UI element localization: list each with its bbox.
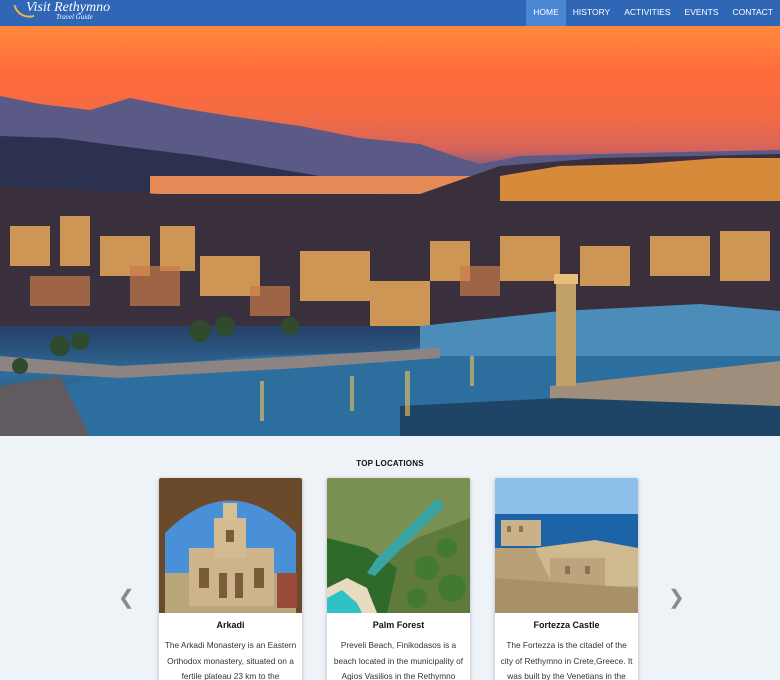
palm-forest-image <box>327 478 470 613</box>
card-description: Preveli Beach, Finikodasos is a beach lo… <box>333 640 464 680</box>
card-title: Fortezza Castle <box>533 620 600 630</box>
chevron-left-icon[interactable]: ❮ <box>118 588 135 608</box>
section-title-top-locations: TOP LOCATIONS <box>356 459 424 468</box>
chevron-right-icon[interactable]: ❯ <box>668 588 685 608</box>
hero-image <box>0 26 780 436</box>
hero-scene <box>0 96 780 436</box>
main-nav: HOME HISTORY ACTIVITIES EVENTS CONTACT <box>526 0 780 26</box>
nav-item-events[interactable]: EVENTS <box>678 0 726 26</box>
site-logo[interactable]: Visit Rethymno Travel Guide <box>13 0 136 26</box>
location-card-fortezza-castle[interactable]: Fortezza Castle The Fortezza is the cita… <box>495 478 638 680</box>
logo-subtitle: Travel Guide <box>56 13 93 21</box>
navbar: Visit Rethymno Travel Guide HOME HISTORY… <box>0 0 780 26</box>
card-description: The Arkadi Monastery is an Eastern Ortho… <box>164 640 297 680</box>
card-title: Arkadi <box>216 620 245 630</box>
card-description: The Fortezza is the citadel of the city … <box>500 640 633 680</box>
nav-item-activities[interactable]: ACTIVITIES <box>617 0 677 26</box>
location-card-palm-forest[interactable]: Palm Forest Preveli Beach, Finikodasos i… <box>327 478 470 680</box>
arkadi-image <box>159 478 302 613</box>
nav-item-home[interactable]: HOME <box>526 0 566 26</box>
nav-item-contact[interactable]: CONTACT <box>726 0 780 26</box>
card-title: Palm Forest <box>372 620 425 630</box>
location-card-arkadi[interactable]: Arkadi The Arkadi Monastery is an Easter… <box>159 478 302 680</box>
fortezza-castle-image <box>495 478 638 613</box>
nav-item-history[interactable]: HISTORY <box>566 0 617 26</box>
